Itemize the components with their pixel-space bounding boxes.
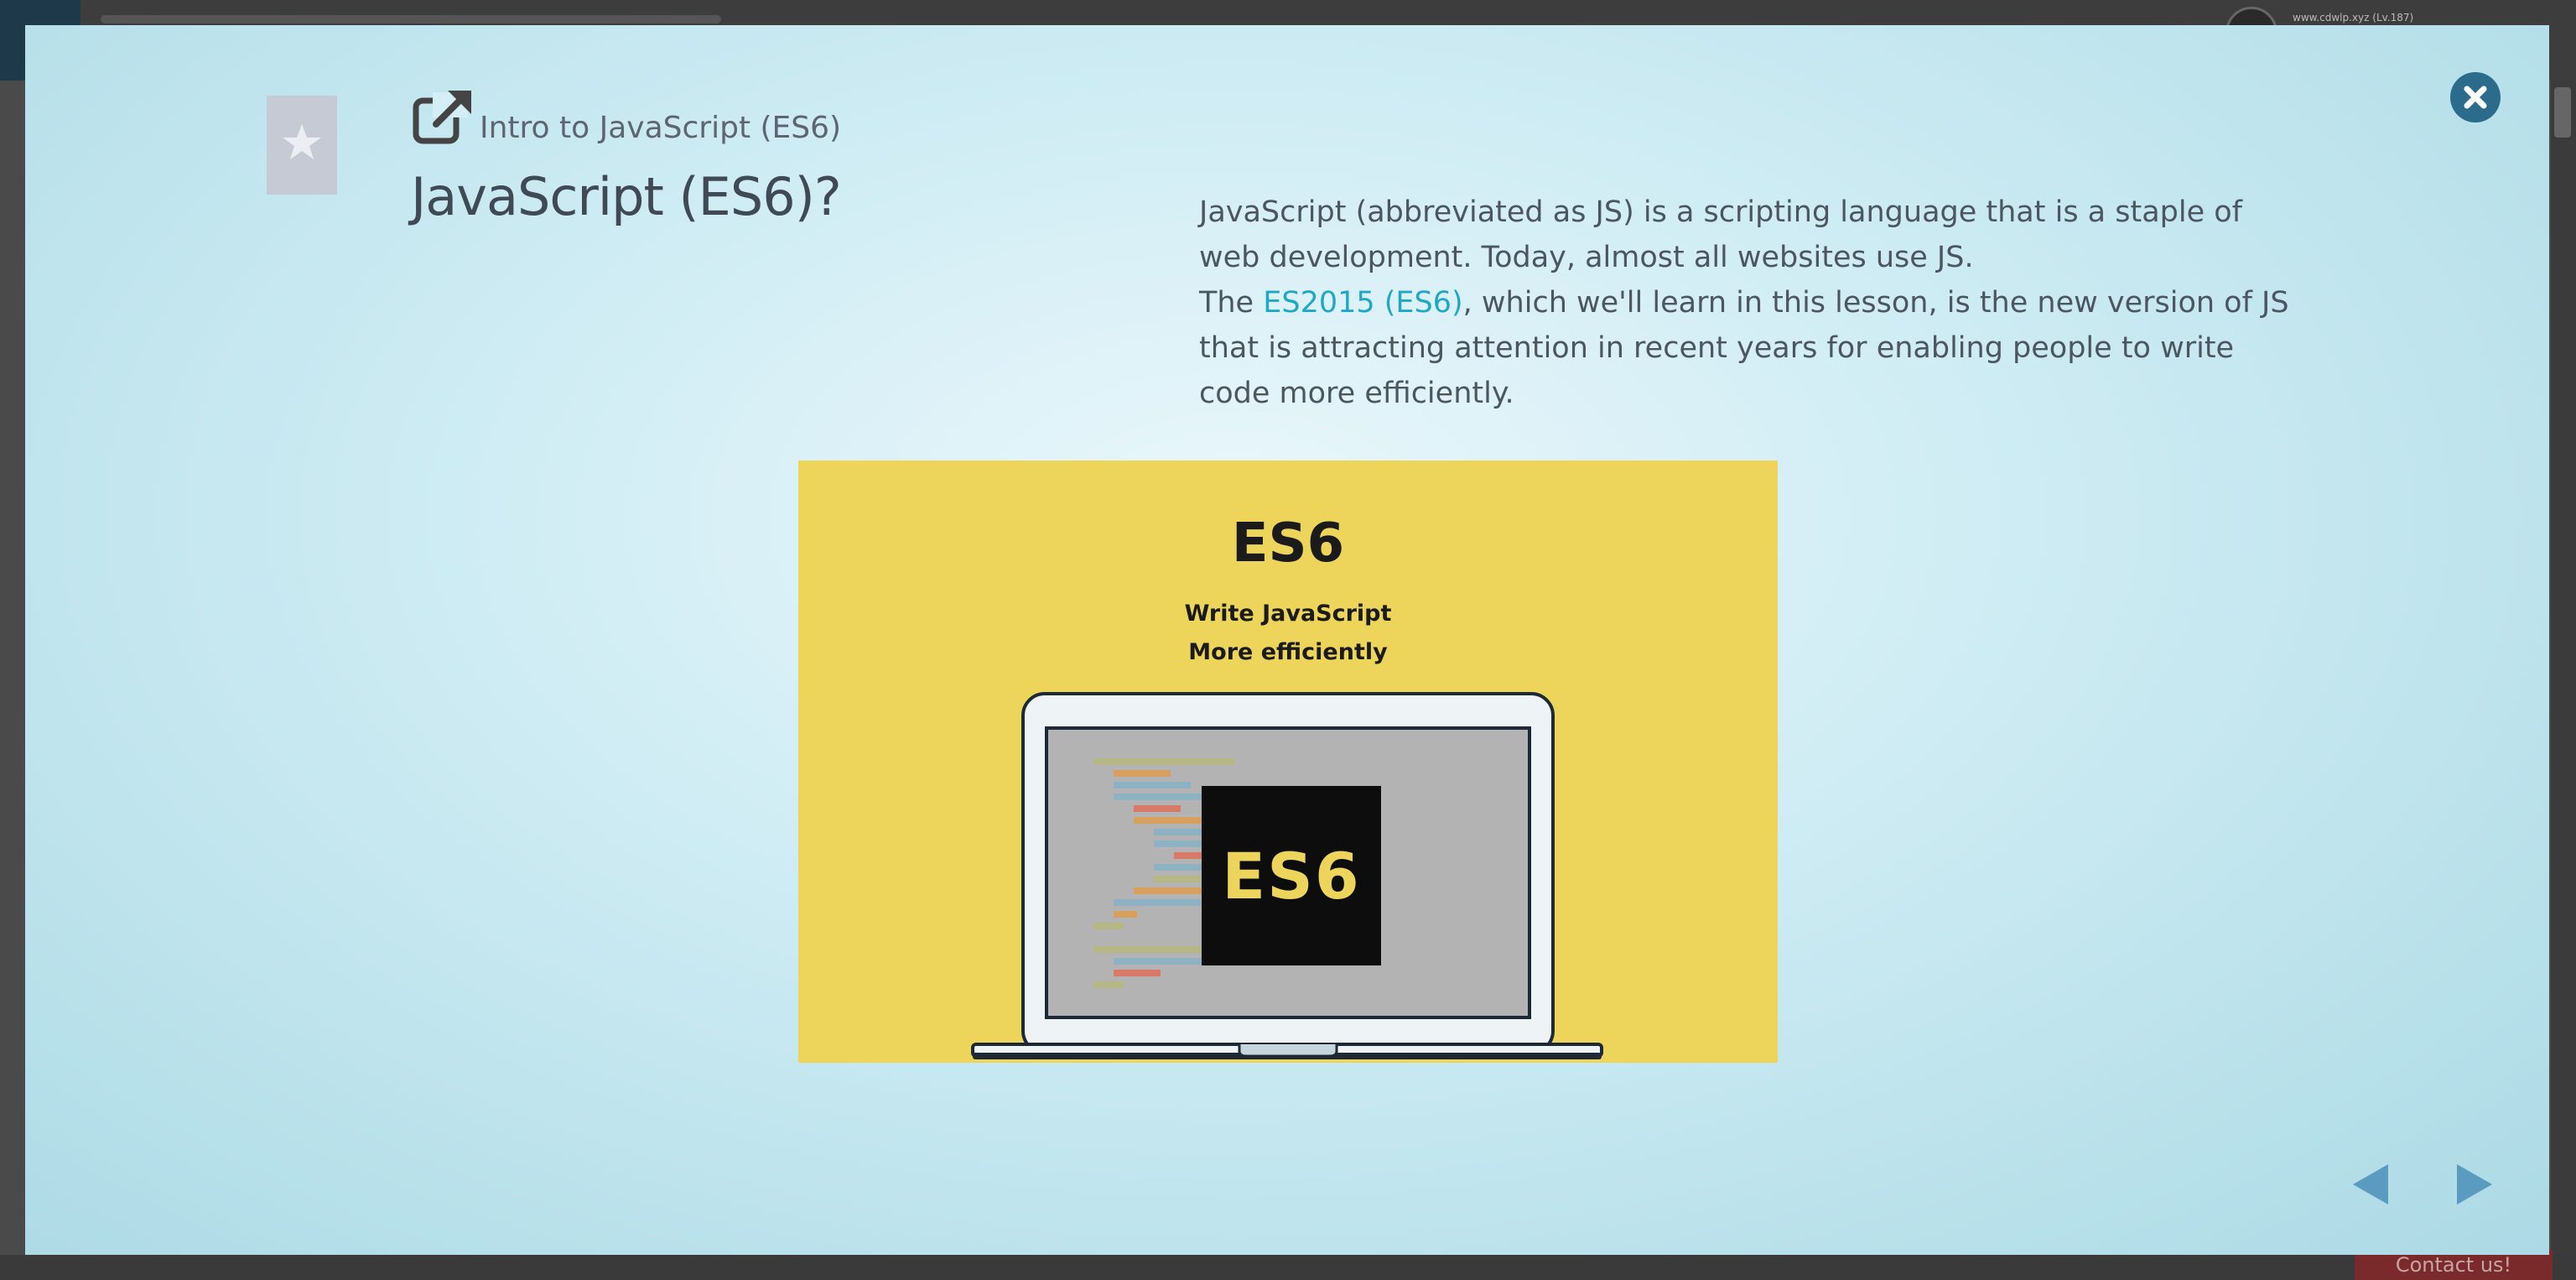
description-paragraph-2: The ES2015 (ES6), which we'll learn in t… bbox=[1199, 280, 2306, 416]
previous-slide-button[interactable] bbox=[2348, 1161, 2395, 1208]
background-search-bar bbox=[101, 15, 721, 23]
scrollbar-thumb bbox=[2554, 87, 2571, 138]
bookmark-star-icon[interactable] bbox=[267, 96, 337, 195]
close-button[interactable] bbox=[2450, 72, 2501, 122]
external-link-icon[interactable] bbox=[413, 89, 473, 144]
illustration-subline-2: More efficiently bbox=[1188, 639, 1388, 665]
description-paragraph-1: JavaScript (abbreviated as JS) is a scri… bbox=[1199, 195, 2242, 274]
es6-badge: ES6 bbox=[1202, 786, 1381, 965]
lesson-modal: Intro to JavaScript (ES6) JavaScript (ES… bbox=[25, 25, 2549, 1255]
illustration-subline-1: Write JavaScript bbox=[1184, 601, 1392, 627]
page-scrollbar bbox=[2551, 81, 2576, 1255]
illustration-heading: ES6 bbox=[1231, 513, 1345, 575]
background-bottom-bar bbox=[0, 1255, 2576, 1280]
user-name: www.cdwlp.xyz (Lv.187) bbox=[2293, 12, 2414, 23]
es2015-link[interactable]: ES2015 (ES6) bbox=[1263, 286, 1462, 320]
description-text-before-link: The bbox=[1199, 286, 1264, 320]
lesson-description: JavaScript (abbreviated as JS) is a scri… bbox=[1199, 190, 2306, 416]
triangle-right-icon bbox=[2457, 1164, 2492, 1205]
close-icon bbox=[2464, 86, 2487, 109]
illustration-subtitle: Write JavaScript More efficiently bbox=[798, 595, 1778, 672]
next-slide-button[interactable] bbox=[2450, 1161, 2497, 1208]
page-title: JavaScript (ES6)? bbox=[411, 166, 842, 227]
lesson-breadcrumb[interactable]: Intro to JavaScript (ES6) bbox=[480, 111, 841, 145]
es6-badge-text: ES6 bbox=[1222, 838, 1361, 913]
es6-illustration: ES6 Write JavaScript More efficiently ES… bbox=[798, 460, 1778, 1063]
triangle-left-icon bbox=[2353, 1164, 2388, 1205]
